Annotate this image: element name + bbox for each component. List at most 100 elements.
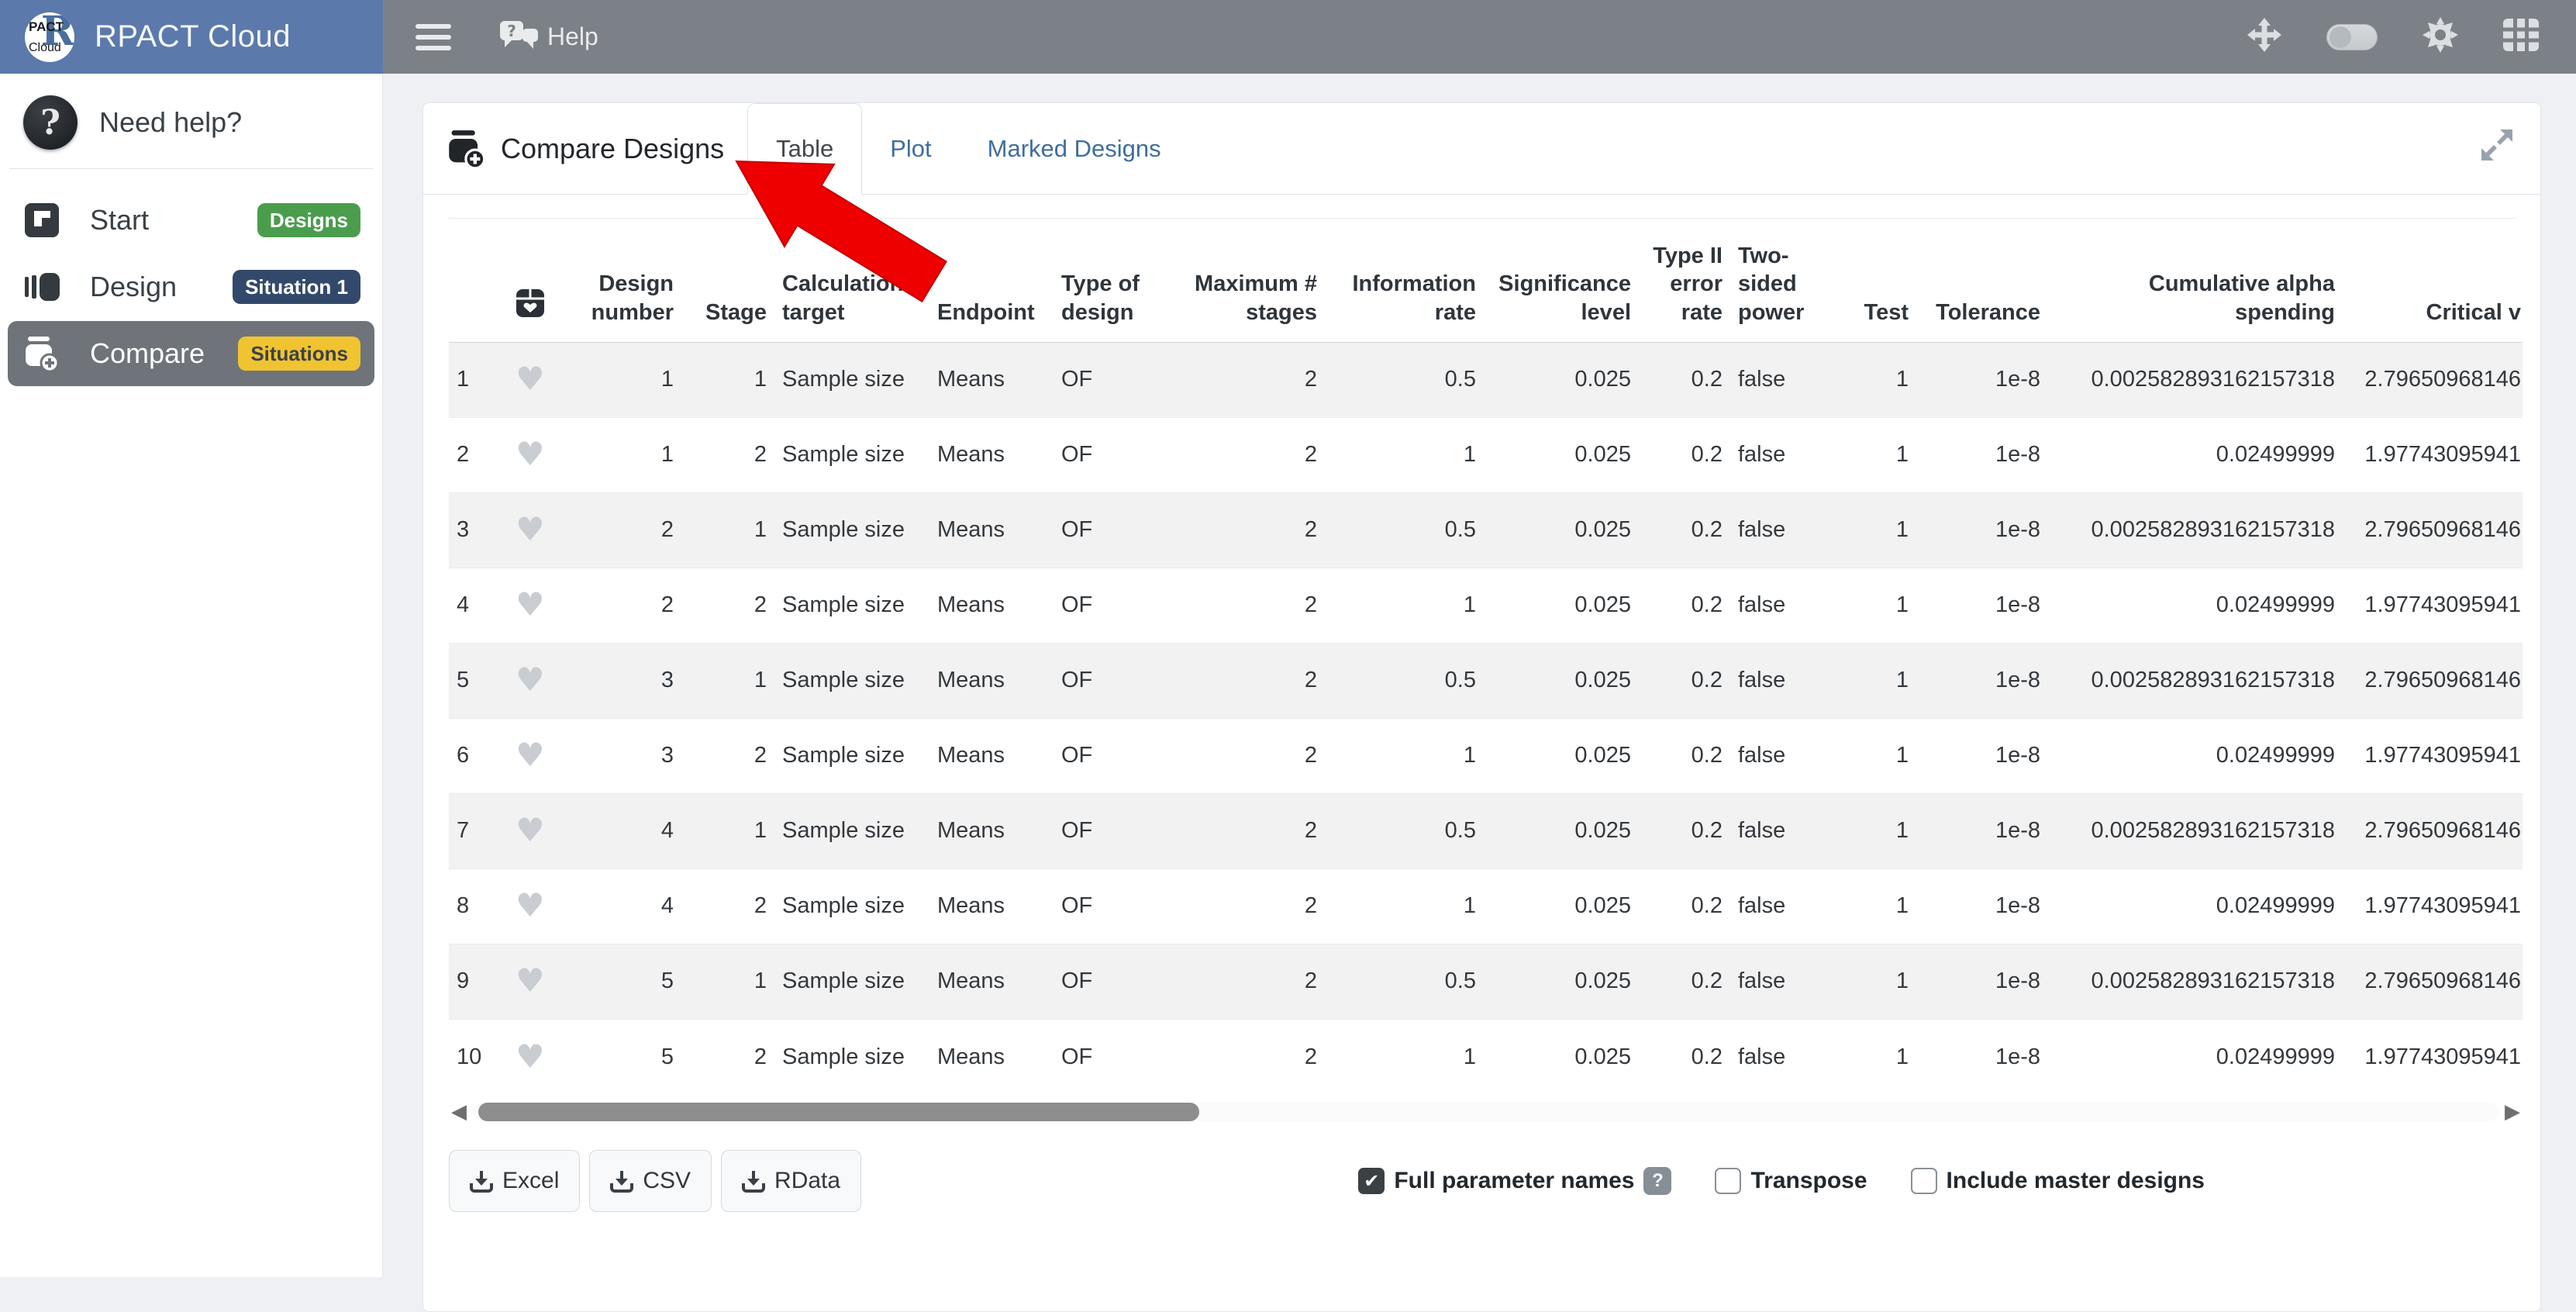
export-excel-button[interactable]: Excel — [449, 1150, 580, 1212]
option-full-parameter-names[interactable]: ✔Full parameter names? — [1358, 1167, 1671, 1195]
cell-type_ii_error_rate: 0.2 — [1639, 793, 1730, 868]
app-title: RPACT Cloud — [95, 19, 291, 54]
cell-endpoint: Means — [929, 342, 1054, 417]
favorite-heart-icon[interactable]: ♥ — [516, 736, 545, 774]
sidebar: ? Need help? Start Designs Design — [0, 74, 383, 1277]
cell-maximum_stages: 2 — [1185, 643, 1325, 718]
cell-endpoint: Means — [929, 643, 1054, 718]
cell-index: 4 — [449, 568, 495, 643]
cell-cumulative_alpha_spending: 0.002582893162157318 — [2048, 793, 2343, 868]
scrollbar-thumb[interactable] — [478, 1103, 1199, 1121]
cell-maximum_stages: 2 — [1185, 1019, 1325, 1094]
sidebar-item-compare[interactable]: Compare Situations — [8, 321, 374, 386]
cell-calculation_target: Sample size — [774, 718, 929, 793]
cell-cumulative_alpha_spending: 0.02499999 — [2048, 417, 2343, 492]
cell-type_ii_error_rate: 0.2 — [1639, 718, 1730, 793]
cell-two_sided_power: false — [1730, 342, 1839, 417]
cell-information_rate: 1 — [1325, 417, 1484, 492]
cell-critical_value: 2.79650968146 — [2343, 342, 2523, 417]
need-help-link[interactable]: ? Need help? — [0, 74, 382, 168]
favorite-heart-icon[interactable]: ♥ — [516, 435, 545, 473]
cell-information_rate: 1 — [1325, 718, 1484, 793]
cell-critical_value: 1.97743095941 — [2343, 868, 2523, 944]
column-header: Calculation target — [774, 219, 929, 342]
cell-calculation_target: Sample size — [774, 944, 929, 1019]
cell-type_of_design: OF — [1054, 944, 1185, 1019]
cell-two_sided_power: false — [1730, 868, 1839, 944]
cell-significance_level: 0.025 — [1484, 643, 1639, 718]
cell-significance_level: 0.025 — [1484, 568, 1639, 643]
cell-test: 1 — [1839, 1019, 1916, 1094]
option-include-master-designs[interactable]: Include master designs — [1911, 1168, 2205, 1194]
maximize-panel-icon[interactable] — [2481, 129, 2512, 164]
cell-tolerance: 1e-8 — [1916, 342, 2048, 417]
favorite-heart-icon[interactable]: ♥ — [516, 661, 545, 699]
cell-endpoint: Means — [929, 718, 1054, 793]
table-row: 8♥42Sample sizeMeansOF210.0250.2false11e… — [449, 868, 2523, 944]
column-header: Endpoint — [929, 219, 1054, 342]
option-transpose[interactable]: Transpose — [1715, 1168, 1867, 1194]
favorite-heart-icon[interactable]: ♥ — [516, 360, 545, 398]
expand-arrows-icon[interactable] — [2247, 18, 2281, 56]
cell-calculation_target: Sample size — [774, 417, 929, 492]
table-row: 4♥22Sample sizeMeansOF210.0250.2false11e… — [449, 568, 2523, 643]
cell-type_ii_error_rate: 0.2 — [1639, 1019, 1730, 1094]
sidebar-toggle-hamburger-icon[interactable] — [416, 18, 451, 57]
cell-endpoint: Means — [929, 944, 1054, 1019]
favorite-heart-icon[interactable]: ♥ — [516, 585, 545, 623]
cell-significance_level: 0.025 — [1484, 492, 1639, 568]
sidebar-item-start[interactable]: Start Designs — [8, 188, 374, 253]
favorite-heart-icon[interactable]: ♥ — [516, 962, 545, 1000]
cell-calculation_target: Sample size — [774, 568, 929, 643]
help-button[interactable]: ? Help — [499, 18, 598, 56]
cell-calculation_target: Sample size — [774, 793, 929, 868]
cell-two_sided_power: false — [1730, 1019, 1839, 1094]
cell-maximum_stages: 2 — [1185, 793, 1325, 868]
export-csv-button[interactable]: CSV — [589, 1150, 712, 1212]
sidebar-item-label: Design — [90, 271, 177, 303]
table-header-row: Design numberStageCalculation targetEndp… — [449, 219, 2523, 342]
cell-stage: 1 — [681, 944, 774, 1019]
sun-icon[interactable] — [2423, 17, 2458, 57]
scroll-left-arrow[interactable]: ◀ — [449, 1100, 469, 1124]
cell-two_sided_power: false — [1730, 944, 1839, 1019]
cell-type_of_design: OF — [1054, 1019, 1185, 1094]
cell-index: 3 — [449, 492, 495, 568]
tab-table[interactable]: Table — [747, 103, 862, 195]
favorite-heart-icon[interactable]: ♥ — [516, 510, 545, 548]
cell-design_number: 4 — [565, 868, 681, 944]
scroll-right-arrow[interactable]: ▶ — [2502, 1100, 2523, 1124]
compare-designs-panel: Compare Designs Table Plot Marked Design… — [422, 102, 2541, 1312]
grid-icon[interactable] — [2503, 19, 2539, 55]
favorite-heart-icon[interactable]: ♥ — [516, 811, 545, 849]
cell-cumulative_alpha_spending: 0.02499999 — [2048, 868, 2343, 944]
cell-endpoint: Means — [929, 568, 1054, 643]
sidebar-item-design[interactable]: Design Situation 1 — [8, 254, 374, 319]
export-rdata-button[interactable]: RData — [721, 1150, 861, 1212]
tab-plot[interactable]: Plot — [862, 103, 959, 194]
cell-stage: 1 — [681, 492, 774, 568]
situation-badge: Situation 1 — [233, 270, 360, 304]
checkbox-checked[interactable]: ✔ — [1358, 1168, 1385, 1194]
table-row: 2♥12Sample sizeMeansOF210.0250.2false11e… — [449, 417, 2523, 492]
cell-calculation_target: Sample size — [774, 1019, 929, 1094]
favorite-heart-icon[interactable]: ♥ — [516, 886, 545, 924]
cell-two_sided_power: false — [1730, 568, 1839, 643]
help-tooltip-icon[interactable]: ? — [1643, 1167, 1671, 1195]
tab-marked-designs[interactable]: Marked Designs — [960, 103, 1189, 194]
column-header: Maximum # stages — [1185, 219, 1325, 342]
cell-index: 1 — [449, 342, 495, 417]
scrollbar-track[interactable] — [472, 1103, 2499, 1121]
topbar-actions — [2247, 17, 2539, 57]
theme-toggle[interactable] — [2326, 24, 2378, 50]
favorite-heart-icon[interactable]: ♥ — [516, 1038, 545, 1075]
cell-maximum_stages: 2 — [1185, 417, 1325, 492]
cell-type_of_design: OF — [1054, 643, 1185, 718]
compare-icon — [23, 335, 60, 372]
svg-text:?: ? — [507, 22, 516, 40]
checkbox-unchecked[interactable] — [1715, 1168, 1741, 1194]
checkbox-unchecked[interactable] — [1911, 1168, 1937, 1194]
cell-design_number: 4 — [565, 793, 681, 868]
cell-information_rate: 0.5 — [1325, 492, 1484, 568]
design-icon — [23, 268, 60, 306]
